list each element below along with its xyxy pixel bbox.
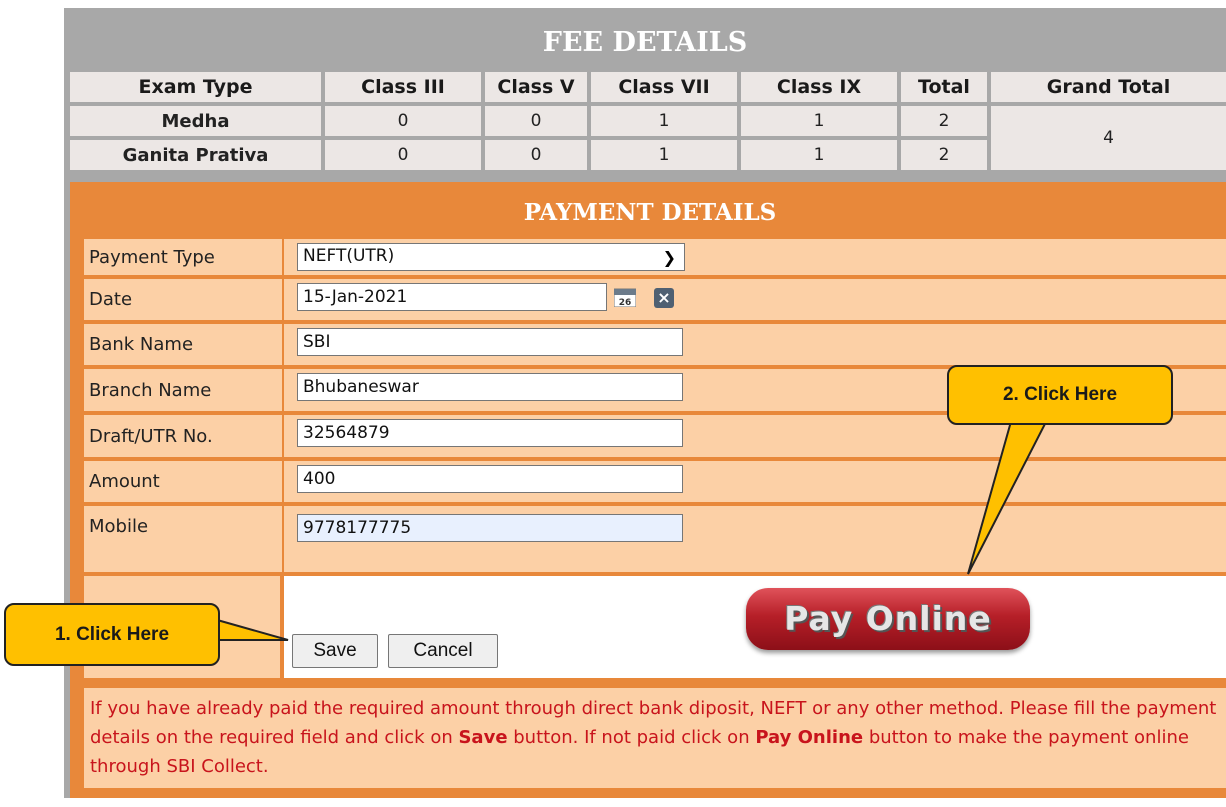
callout-2-pointer (967, 417, 1050, 575)
callout-second-step: 2. Click Here (947, 365, 1173, 425)
callout-first-step: 1. Click Here (4, 603, 220, 666)
callout-second-text: 2. Click Here (1002, 384, 1118, 405)
callout-first-text: 1. Click Here (54, 623, 170, 645)
